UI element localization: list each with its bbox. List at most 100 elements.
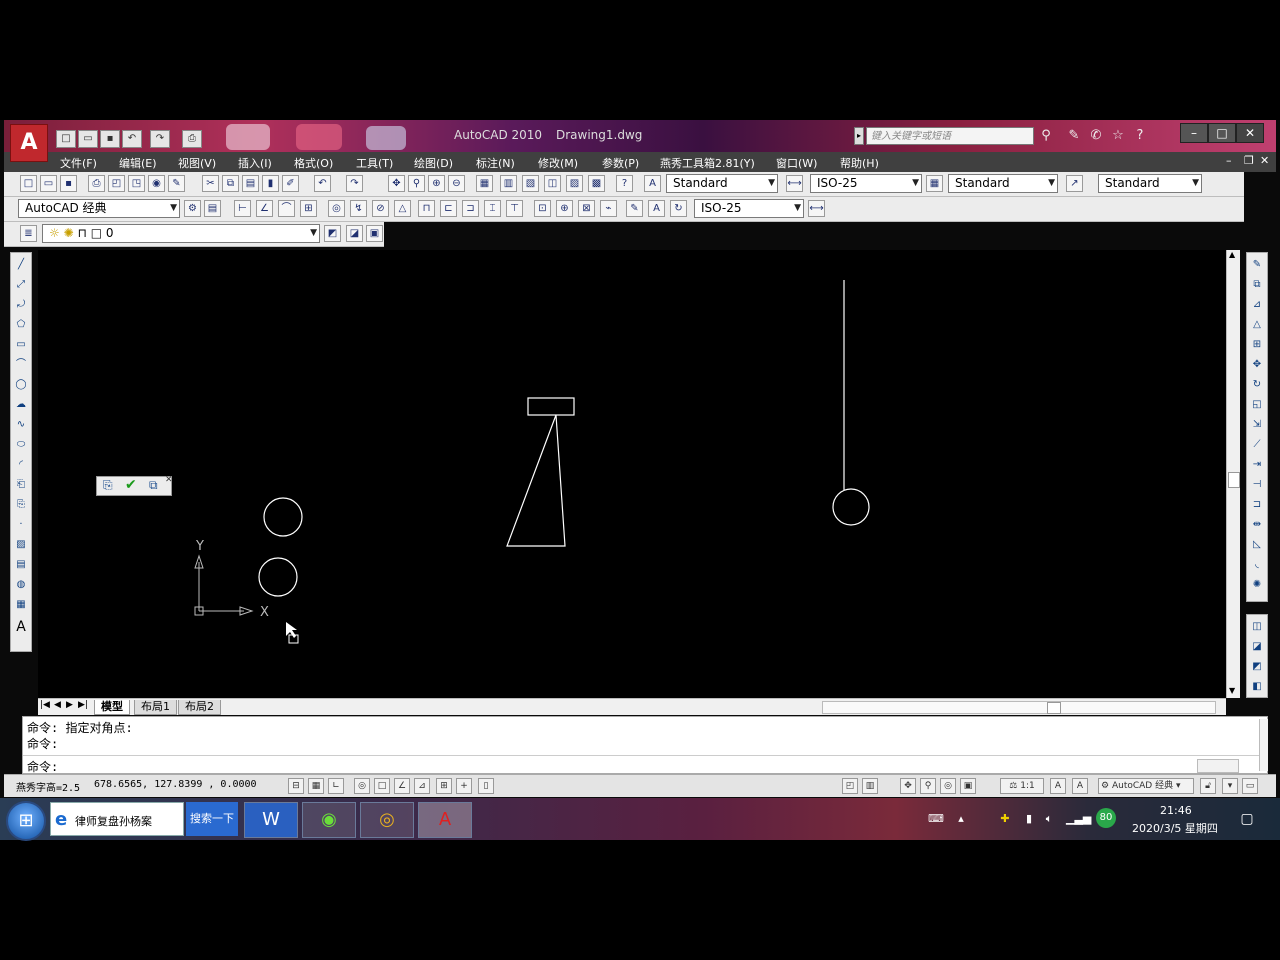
doc-close-button[interactable]: ✕ (1260, 154, 1269, 167)
dim-space-icon[interactable]: ⌶ (484, 200, 501, 217)
scale-icon[interactable]: ◱ (1249, 397, 1265, 413)
expand-search-icon[interactable]: ▸ (854, 127, 864, 145)
rectangle-icon[interactable]: ▭ (13, 337, 29, 353)
dim-aligned-icon[interactable]: ∠ (256, 200, 273, 217)
mirror-icon[interactable]: ⊿ (1249, 297, 1265, 313)
triangle-entity[interactable] (506, 414, 566, 547)
block-editor-icon[interactable]: ✐ (282, 175, 299, 192)
make-block-icon[interactable]: ⎘ (13, 497, 29, 513)
dim-style-select-2[interactable]: ISO-25 ▼ (694, 199, 804, 218)
scroll-thumb[interactable] (1228, 472, 1240, 488)
edit-block-icon[interactable]: ⎘ (103, 478, 113, 493)
layer-select[interactable]: ☼ ✺ ⊓ □ 0 ▼ (42, 224, 320, 243)
copy-icon[interactable]: ⧉ (222, 175, 239, 192)
menu-window[interactable]: 窗口(W) (776, 155, 817, 171)
stretch-icon[interactable]: ⇲ (1249, 417, 1265, 433)
media-player-app-icon[interactable]: ◎ (360, 802, 414, 838)
layer-state-icon[interactable]: ▣ (366, 225, 383, 242)
menu-format[interactable]: 格式(O) (294, 155, 333, 171)
center-mark-icon[interactable]: ⊕ (556, 200, 573, 217)
keyboard-icon[interactable]: ⌨ (928, 812, 944, 826)
sheet-set-icon[interactable]: ◫ (544, 175, 561, 192)
show-hidden-icons-icon[interactable]: ▴ (954, 812, 968, 826)
calculator-icon[interactable]: ▩ (588, 175, 605, 192)
jogged-linear-icon[interactable]: ⌁ (600, 200, 617, 217)
next-tab-icon[interactable]: ▶ (66, 700, 73, 710)
break-icon[interactable]: ⊐ (1249, 497, 1265, 513)
undo-icon[interactable]: ↶ (314, 175, 331, 192)
tab-layout2[interactable]: 布局2 (178, 700, 221, 715)
grid-display-button[interactable]: ▦ (308, 778, 324, 794)
workspace-settings-icon[interactable]: ⚙ (184, 200, 201, 217)
dim-continue-icon[interactable]: ⊐ (462, 200, 479, 217)
dim-edit-icon[interactable]: ✎ (626, 200, 643, 217)
dim-baseline-icon[interactable]: ⊏ (440, 200, 457, 217)
markup-icon[interactable]: ▨ (566, 175, 583, 192)
quick-view-layouts-button[interactable]: ▥ (862, 778, 878, 794)
clean-screen-button[interactable]: ▭ (1242, 778, 1258, 794)
horizontal-scrollbar[interactable] (822, 701, 1216, 714)
table-style-icon[interactable]: ▦ (926, 175, 943, 192)
open-file-icon[interactable]: ▭ (78, 130, 98, 148)
dim-ordinate-icon[interactable]: ⊞ (300, 200, 317, 217)
plot-preview-icon[interactable]: ◰ (108, 175, 125, 192)
pan-icon[interactable]: ✥ (388, 175, 405, 192)
menu-tools[interactable]: 工具(T) (356, 155, 393, 171)
search-button[interactable]: 搜索一下 (186, 802, 238, 836)
help-icon[interactable]: ? (616, 175, 633, 192)
volume-icon[interactable]: 🔈︎ (1042, 812, 1056, 826)
clock-date[interactable]: 2020/3/5 星期四 (1132, 820, 1218, 836)
dynamic-ucs-button[interactable]: ⊿ (414, 778, 430, 794)
menu-help[interactable]: 帮助(H) (840, 155, 879, 171)
menu-insert[interactable]: 插入(I) (238, 155, 272, 171)
dim-text-edit-icon[interactable]: A (648, 200, 665, 217)
bring-to-front-icon[interactable]: ◫ (1249, 619, 1265, 635)
menu-draw[interactable]: 绘图(D) (414, 155, 453, 171)
dim-angular-icon[interactable]: △ (394, 200, 411, 217)
workspace-customize-icon[interactable]: ▤ (204, 200, 221, 217)
toolbar-lock-button[interactable]: 🔓︎ (1200, 778, 1216, 794)
text-style-select[interactable]: Standard ▼ (666, 174, 778, 193)
command-prompt[interactable]: 命令: (27, 758, 58, 775)
3d-dwf-icon[interactable]: ◉ (148, 175, 165, 192)
erase-icon[interactable]: ✎ (1249, 257, 1265, 273)
ortho-mode-button[interactable]: ∟ (328, 778, 344, 794)
hscroll-thumb[interactable] (1047, 702, 1061, 714)
chamfer-icon[interactable]: ◺ (1249, 537, 1265, 553)
polar-tracking-button[interactable]: ◎ (354, 778, 370, 794)
model-space-drawing[interactable]: Y X (38, 250, 1226, 698)
dim-diameter-icon[interactable]: ⊘ (372, 200, 389, 217)
save-icon[interactable]: ▪ (60, 175, 77, 192)
vertical-scrollbar[interactable]: ▲ ▼ (1226, 250, 1240, 698)
break-at-point-icon[interactable]: ⊣ (1249, 477, 1265, 493)
command-scrollbar[interactable] (1197, 759, 1239, 773)
design-center-icon[interactable]: ▥ (500, 175, 517, 192)
circle-entity[interactable] (832, 488, 870, 526)
action-center-icon[interactable]: ▢ (1240, 812, 1254, 826)
dim-style-icon[interactable]: ⟷ (786, 175, 803, 192)
make-current-layer-icon[interactable]: ◩ (324, 225, 341, 242)
publish-icon[interactable]: ◳ (128, 175, 145, 192)
construction-line-icon[interactable]: ⤢ (13, 277, 29, 293)
extend-icon[interactable]: ⇥ (1249, 457, 1265, 473)
autocad-app-icon[interactable]: A (418, 802, 472, 838)
gradient-icon[interactable]: ▤ (13, 557, 29, 573)
region-icon[interactable]: ◍ (13, 577, 29, 593)
object-snap-tracking-button[interactable]: ∠ (394, 778, 410, 794)
annotation-scale-select[interactable]: ⚖ 1:1 (1000, 778, 1044, 794)
reference-edit-icon[interactable]: ⧉ (149, 478, 158, 493)
multileader-style-icon[interactable]: ↗ (1066, 175, 1083, 192)
zoom-button[interactable]: ⚲ (920, 778, 936, 794)
windows-start-icon[interactable]: ⊞ (6, 801, 46, 841)
menu-dimension[interactable]: 标注(N) (476, 155, 515, 171)
explode-icon[interactable]: ✺ (1249, 577, 1265, 593)
trim-icon[interactable]: ⟋ (1249, 437, 1265, 453)
help-icon[interactable]: ? (1132, 128, 1148, 144)
spline-icon[interactable]: ∿ (13, 417, 29, 433)
annotation-visibility-button[interactable]: A (1050, 778, 1066, 794)
menu-view[interactable]: 视图(V) (178, 155, 216, 171)
coordinate-readout[interactable]: 678.6565, 127.8399 , 0.0000 (94, 779, 257, 790)
match-properties-icon[interactable]: ▮ (262, 175, 279, 192)
layer-properties-icon[interactable]: ≣ (20, 225, 37, 242)
battery-icon[interactable]: ▮ (1022, 812, 1036, 826)
